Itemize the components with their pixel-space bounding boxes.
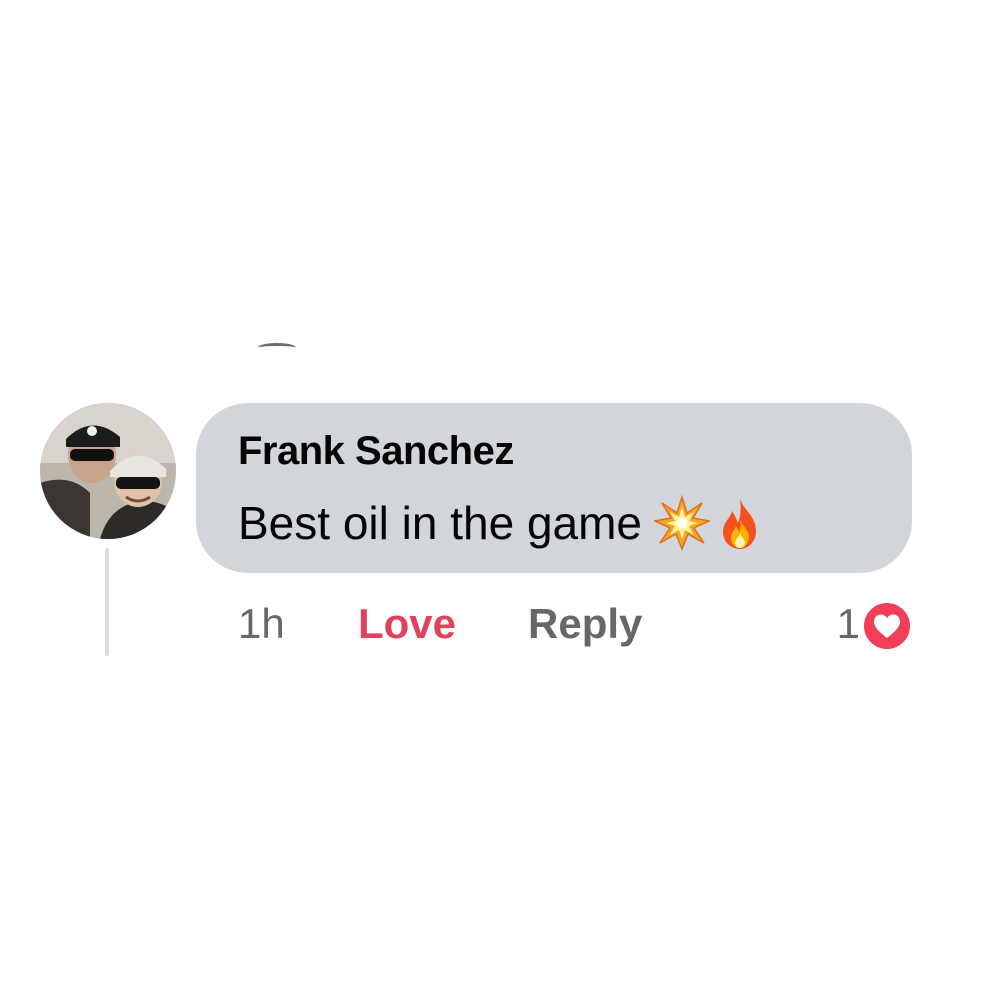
- avatar[interactable]: [40, 403, 176, 539]
- heart-reaction-icon[interactable]: [862, 601, 912, 651]
- fire-emoji-icon: [712, 495, 768, 551]
- comment-text: Best oil in the game: [238, 497, 643, 549]
- comment-body: Best oil in the game: [238, 495, 768, 551]
- comment-bubble: Frank Sanchez Best oil in the game: [196, 403, 912, 573]
- profile-photo: [40, 403, 176, 539]
- reply-button[interactable]: Reply: [528, 596, 642, 652]
- reaction-count[interactable]: 1: [837, 596, 860, 652]
- love-button[interactable]: Love: [358, 596, 456, 652]
- collision-emoji-icon: [654, 495, 711, 551]
- comment-actions: 1h Love Reply 1: [0, 596, 1000, 652]
- comment-timestamp: 1h: [238, 600, 285, 647]
- comment-author[interactable]: Frank Sanchez: [238, 429, 514, 474]
- previous-comment-fragment: [258, 343, 296, 352]
